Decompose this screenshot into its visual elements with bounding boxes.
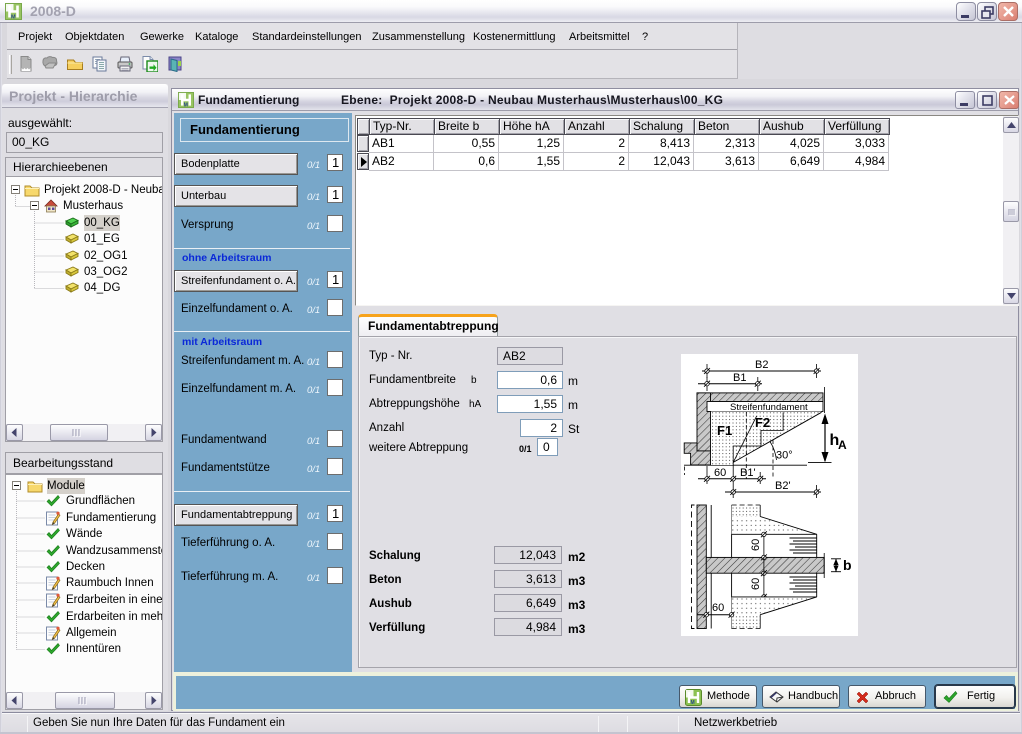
svg-text:B1: B1	[733, 372, 746, 384]
svg-text:M: M	[184, 103, 188, 108]
svg-text:60: 60	[714, 467, 726, 479]
svg-text:B2: B2	[755, 359, 768, 371]
svg-text:F1: F1	[717, 423, 732, 438]
svg-text:60: 60	[750, 578, 762, 590]
svg-text:60: 60	[712, 602, 724, 614]
svg-text:F2: F2	[755, 415, 770, 430]
svg-text:30°: 30°	[776, 450, 793, 462]
svg-text:B2': B2'	[775, 480, 791, 492]
svg-text:B1': B1'	[740, 467, 756, 479]
svg-text:A: A	[838, 438, 847, 452]
svg-text:b: b	[843, 557, 852, 573]
svg-text:60: 60	[750, 539, 762, 551]
svg-text:M: M	[11, 15, 16, 21]
svg-text:M: M	[691, 700, 695, 706]
svg-text:Streifenfundament: Streifenfundament	[730, 402, 808, 413]
